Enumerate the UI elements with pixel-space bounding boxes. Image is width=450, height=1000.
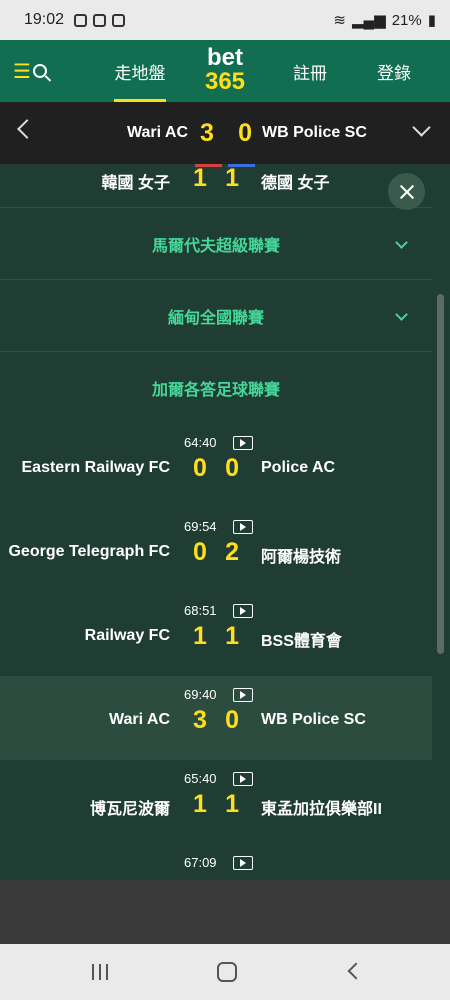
back-arrow-icon[interactable] — [17, 119, 37, 139]
league-header[interactable]: 加爾各答足球聯賽 — [0, 352, 432, 424]
battery-icon: ▮ — [427, 12, 436, 29]
system-nav-bar — [0, 944, 450, 1000]
chevron-down-icon — [395, 236, 408, 249]
signal-icon: ▂▄▆ — [352, 12, 386, 29]
league-name: 加爾各答足球聯賽 — [151, 382, 280, 399]
header-home-team: Wari AC — [126, 124, 188, 141]
home-score: 1 — [193, 164, 207, 192]
match-clock: 69:54 — [184, 519, 217, 534]
match-header: Wari AC 3 0 WB Police SC — [0, 102, 450, 164]
away-team: Police AC — [261, 459, 336, 476]
chevron-down-icon[interactable] — [412, 118, 431, 137]
logo-365: 365 — [204, 68, 246, 95]
match-clock: 64:40 — [184, 435, 217, 450]
chevron-down-icon — [395, 308, 408, 321]
close-icon[interactable] — [388, 173, 425, 210]
match-score: 0 0 — [193, 454, 239, 483]
home-team: 韓國 女子 — [101, 175, 170, 192]
home-team: Wari AC — [108, 711, 170, 728]
header-away-team: WB Police SC — [262, 124, 367, 141]
header-score: 3 0 — [200, 119, 252, 148]
match-list[interactable]: 韓國 女子 1 1 德國 女子 馬爾代夫超級聯賽 緬甸全國聯賽 加爾各答足球聯賽… — [0, 164, 432, 880]
league-header[interactable]: 馬爾代夫超級聯賽 — [0, 208, 432, 280]
away-score: 1 — [225, 164, 239, 192]
tv-icon[interactable] — [233, 520, 253, 534]
status-time: 19:02 — [24, 11, 65, 28]
home-team: George Telegraph FC — [8, 543, 170, 560]
gallery-icon — [93, 13, 107, 27]
tab-in-play[interactable]: 走地盤 — [114, 40, 166, 102]
header-home-score: 3 — [200, 118, 214, 147]
away-score: 0 — [225, 454, 239, 482]
match-row-selected[interactable]: 69:40 Wari AC 3 0 WB Police SC — [0, 676, 432, 760]
away-team: 阿爾楊技術 — [261, 549, 342, 566]
bet365-logo[interactable]: bet 365 — [196, 46, 254, 94]
league-name: 緬甸全國聯賽 — [167, 309, 264, 327]
scrollbar[interactable] — [432, 164, 450, 880]
home-score: 1 — [193, 790, 207, 818]
wifi-icon: ≋ — [333, 12, 346, 29]
away-team: 東孟加拉俱樂部II — [261, 801, 382, 818]
match-score: 0 2 — [193, 538, 239, 567]
away-score: 2 — [225, 538, 239, 566]
app-icon — [112, 13, 126, 27]
status-right: ≋ ▂▄▆ 21% ▮ — [333, 11, 436, 30]
match-clock: 68:51 — [184, 603, 217, 618]
login-button[interactable]: 登錄 — [376, 40, 412, 102]
away-team: WB Police SC — [261, 711, 366, 728]
recent-apps-icon[interactable] — [92, 964, 108, 980]
match-row[interactable]: 67:09 — [0, 844, 432, 880]
top-nav: ☰ 走地盤 bet 365 註冊 登錄 — [0, 40, 450, 102]
tv-icon[interactable] — [233, 436, 253, 450]
home-score: 0 — [193, 454, 207, 482]
scrollbar-thumb[interactable] — [437, 294, 444, 654]
back-icon[interactable] — [347, 962, 365, 980]
logo-bet: bet — [207, 44, 243, 71]
match-row[interactable]: 68:51 Railway FC 1 1 BSS體育會 — [0, 592, 432, 676]
match-clock: 67:09 — [184, 855, 217, 870]
away-score: 1 — [225, 790, 239, 818]
home-team: Railway FC — [84, 627, 170, 644]
away-team: 德國 女子 — [261, 175, 330, 192]
tv-icon[interactable] — [233, 856, 253, 870]
home-score: 0 — [193, 538, 207, 566]
home-icon[interactable] — [217, 962, 237, 982]
match-score: 1 1 — [193, 790, 239, 819]
tv-icon[interactable] — [233, 604, 253, 618]
match-score: 3 0 — [193, 706, 239, 735]
search-icon — [32, 64, 47, 78]
menu-icon: ☰ — [13, 60, 31, 83]
notification-icons — [74, 13, 126, 27]
home-score: 1 — [193, 622, 207, 650]
header-away-score: 0 — [238, 118, 252, 147]
battery-level: 21% — [391, 11, 422, 29]
menu-search-button[interactable]: ☰ — [0, 40, 60, 102]
home-score: 3 — [193, 706, 207, 734]
match-row[interactable]: 69:54 George Telegraph FC 0 2 阿爾楊技術 — [0, 508, 432, 592]
home-team: Eastern Railway FC — [21, 459, 171, 476]
away-team: BSS體育會 — [261, 633, 342, 650]
register-button[interactable]: 註冊 — [292, 40, 328, 102]
tv-icon[interactable] — [233, 772, 253, 786]
match-row[interactable]: 64:40 Eastern Railway FC 0 0 Police AC — [0, 424, 432, 508]
status-bar: 19:02 ≋ ▂▄▆ 21% ▮ — [0, 0, 450, 40]
footer-bar — [0, 880, 450, 944]
home-team: 博瓦尼波爾 — [89, 801, 170, 818]
match-clock: 65:40 — [184, 771, 217, 786]
notification-icon — [74, 13, 88, 27]
league-header[interactable]: 緬甸全國聯賽 — [0, 280, 432, 352]
away-score: 0 — [225, 706, 239, 734]
tv-icon[interactable] — [233, 688, 253, 702]
league-name: 馬爾代夫超級聯賽 — [151, 237, 280, 255]
match-clock: 69:40 — [184, 687, 217, 702]
peek-match-row[interactable]: 韓國 女子 1 1 德國 女子 — [0, 164, 432, 208]
match-row[interactable]: 65:40 博瓦尼波爾 1 1 東孟加拉俱樂部II — [0, 760, 432, 844]
match-score: 1 1 — [193, 164, 239, 193]
match-score: 1 1 — [193, 622, 239, 651]
away-score: 1 — [225, 622, 239, 650]
